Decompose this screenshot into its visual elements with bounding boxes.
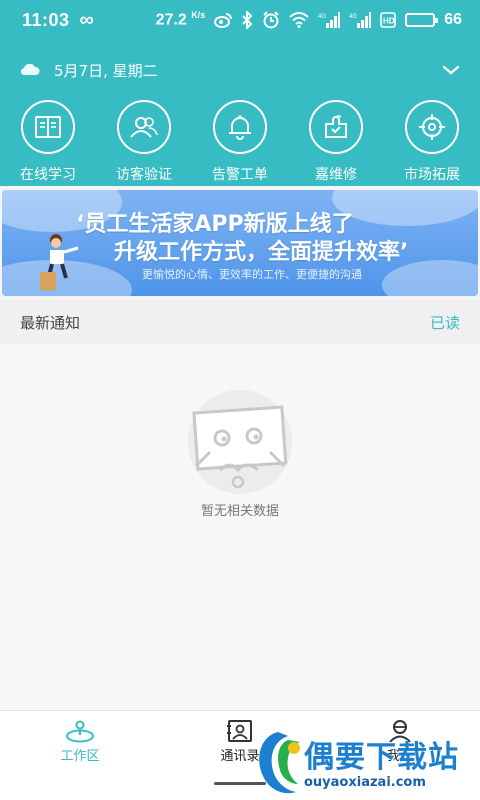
- watermark-url: ouyaoxiazai.com: [304, 775, 426, 790]
- bluetooth-icon: [241, 10, 253, 29]
- quick-action-online-learning[interactable]: 在线学习: [0, 100, 96, 184]
- banner-climber-figure: [40, 234, 79, 290]
- quick-action-market-expand[interactable]: 市场拓展: [384, 100, 480, 184]
- battery-icon: [405, 12, 439, 27]
- workspace-icon: [66, 720, 94, 743]
- signal-1-icon: 4G: [318, 11, 341, 28]
- quick-actions: 在线学习 访客验证 告警工单 嘉维修 市场拓展: [0, 100, 480, 184]
- hd-icon: HD: [380, 12, 397, 28]
- quick-action-label: 市场拓展: [404, 167, 460, 183]
- quick-action-label: 告警工单: [212, 167, 268, 183]
- svg-text:HD: HD: [383, 16, 395, 25]
- banner-subheadline: 升级工作方式，全面提升效率’: [114, 240, 409, 265]
- quick-action-alarm-ticket[interactable]: 告警工单: [192, 100, 288, 184]
- status-time: 11:03: [22, 9, 70, 30]
- quick-action-label: 访客验证: [116, 167, 172, 183]
- promo-banner[interactable]: ‘员工生活家APP新版上线了 升级工作方式，全面提升效率’ 更愉悦的心情、更效率…: [2, 190, 478, 296]
- empty-box-icon: [188, 390, 292, 494]
- repair-icon: [309, 100, 363, 154]
- notice-header: 最新通知 已读: [0, 300, 480, 344]
- quick-action-repair[interactable]: 嘉维修: [288, 100, 384, 184]
- home-header: 5月7日, 星期二 在线学习 访客验证 告警工单 嘉维修 市场拓展: [0, 40, 480, 186]
- infinity-icon: ∞: [79, 8, 94, 31]
- watermark-title: 偶要下载站: [304, 740, 459, 775]
- nav-label: 工作区: [60, 749, 100, 764]
- cloud-icon: [20, 61, 40, 80]
- book-icon: [21, 100, 75, 154]
- nav-tab-workspace[interactable]: 工作区: [0, 711, 160, 800]
- notice-title: 最新通知: [20, 313, 81, 332]
- empty-state-text: 暂无相关数据: [200, 504, 279, 519]
- network-speed: 27.2 K/s: [155, 10, 206, 29]
- site-watermark: 偶要下载站 ouyaoxiazai.com: [248, 718, 480, 800]
- bell-icon: [213, 100, 267, 154]
- alarm-icon: [262, 11, 280, 29]
- quick-action-visitor-verify[interactable]: 访客验证: [96, 100, 192, 184]
- date-row[interactable]: 5月7日, 星期二: [20, 50, 460, 90]
- banner-tagline: 更愉悦的心情、更效率的工作、更便捷的沟通: [142, 268, 362, 281]
- chevron-down-icon[interactable]: [442, 61, 460, 80]
- weibo-icon: [214, 12, 233, 28]
- svg-text:4G: 4G: [349, 14, 357, 20]
- status-icons: 27.2 K/s 4G 4G HD 66: [156, 10, 462, 29]
- battery-percent: 66: [444, 10, 462, 28]
- svg-text:4G: 4G: [318, 14, 326, 20]
- status-bar: 11:03 ∞ 27.2 K/s 4G 4G HD 66: [0, 0, 480, 40]
- notice-list-empty: 暂无相关数据: [0, 344, 480, 710]
- watermark-logo-icon: [259, 732, 300, 794]
- quick-action-label: 嘉维修: [315, 167, 357, 183]
- current-date: 5月7日, 星期二: [54, 61, 158, 80]
- users-icon: [117, 100, 171, 154]
- mark-read-button[interactable]: 已读: [430, 312, 460, 333]
- quick-action-label: 在线学习: [20, 167, 76, 183]
- wifi-icon: [289, 11, 309, 28]
- target-icon: [405, 100, 459, 154]
- signal-2-icon: 4G: [349, 11, 372, 28]
